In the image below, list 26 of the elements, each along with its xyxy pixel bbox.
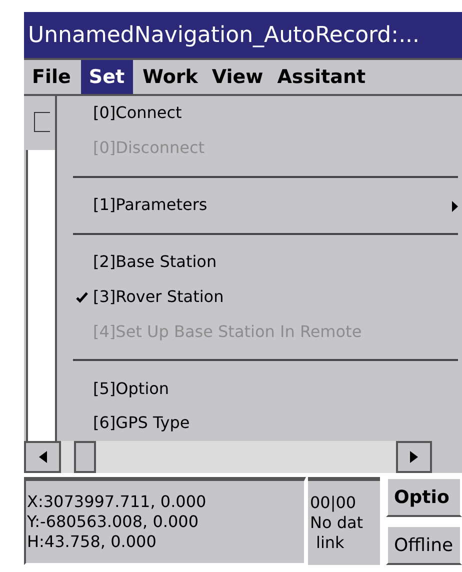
menu-item[interactable]: Work — [138, 60, 202, 94]
offline-button[interactable]: Offline — [386, 525, 462, 565]
link-status-text: No dat — [310, 513, 364, 533]
menu-option[interactable]: [6]GPS Type — [93, 406, 458, 441]
menu-item[interactable]: Assitant — [273, 60, 370, 94]
menu-option[interactable]: [0]Connect — [93, 96, 458, 131]
left-triangle-icon — [38, 451, 46, 463]
scroll-thumb[interactable] — [74, 441, 96, 473]
coordinate-text: Y:-680563.008, 0.000 — [27, 512, 200, 532]
toolbar-box — [34, 112, 50, 132]
menu-option[interactable]: [2]Base Station — [93, 244, 458, 280]
menu-option[interactable]: [3]Rover Station — [93, 279, 458, 314]
menu-item[interactable]: Set — [80, 60, 133, 94]
link-status-text: link — [315, 533, 346, 553]
window-title: UnnamedNavigation_AutoRecord:... — [28, 22, 420, 50]
coordinate-text: X:3073997.711, 0.000 — [27, 492, 208, 512]
menu-item[interactable]: File — [28, 60, 75, 94]
link-status-text: 00|00 — [310, 493, 358, 513]
coordinate-text: H:43.758, 0.000 — [27, 532, 158, 552]
menu-option[interactable]: [1]Parameters — [93, 188, 458, 223]
menu-option[interactable]: [5]Option — [93, 371, 458, 406]
scroll-right-button[interactable] — [396, 441, 432, 473]
option-button[interactable]: Optio — [386, 477, 462, 517]
menu-item[interactable]: View — [208, 60, 268, 94]
right-triangle-icon — [410, 451, 418, 463]
scroll-left-button[interactable] — [24, 441, 61, 473]
